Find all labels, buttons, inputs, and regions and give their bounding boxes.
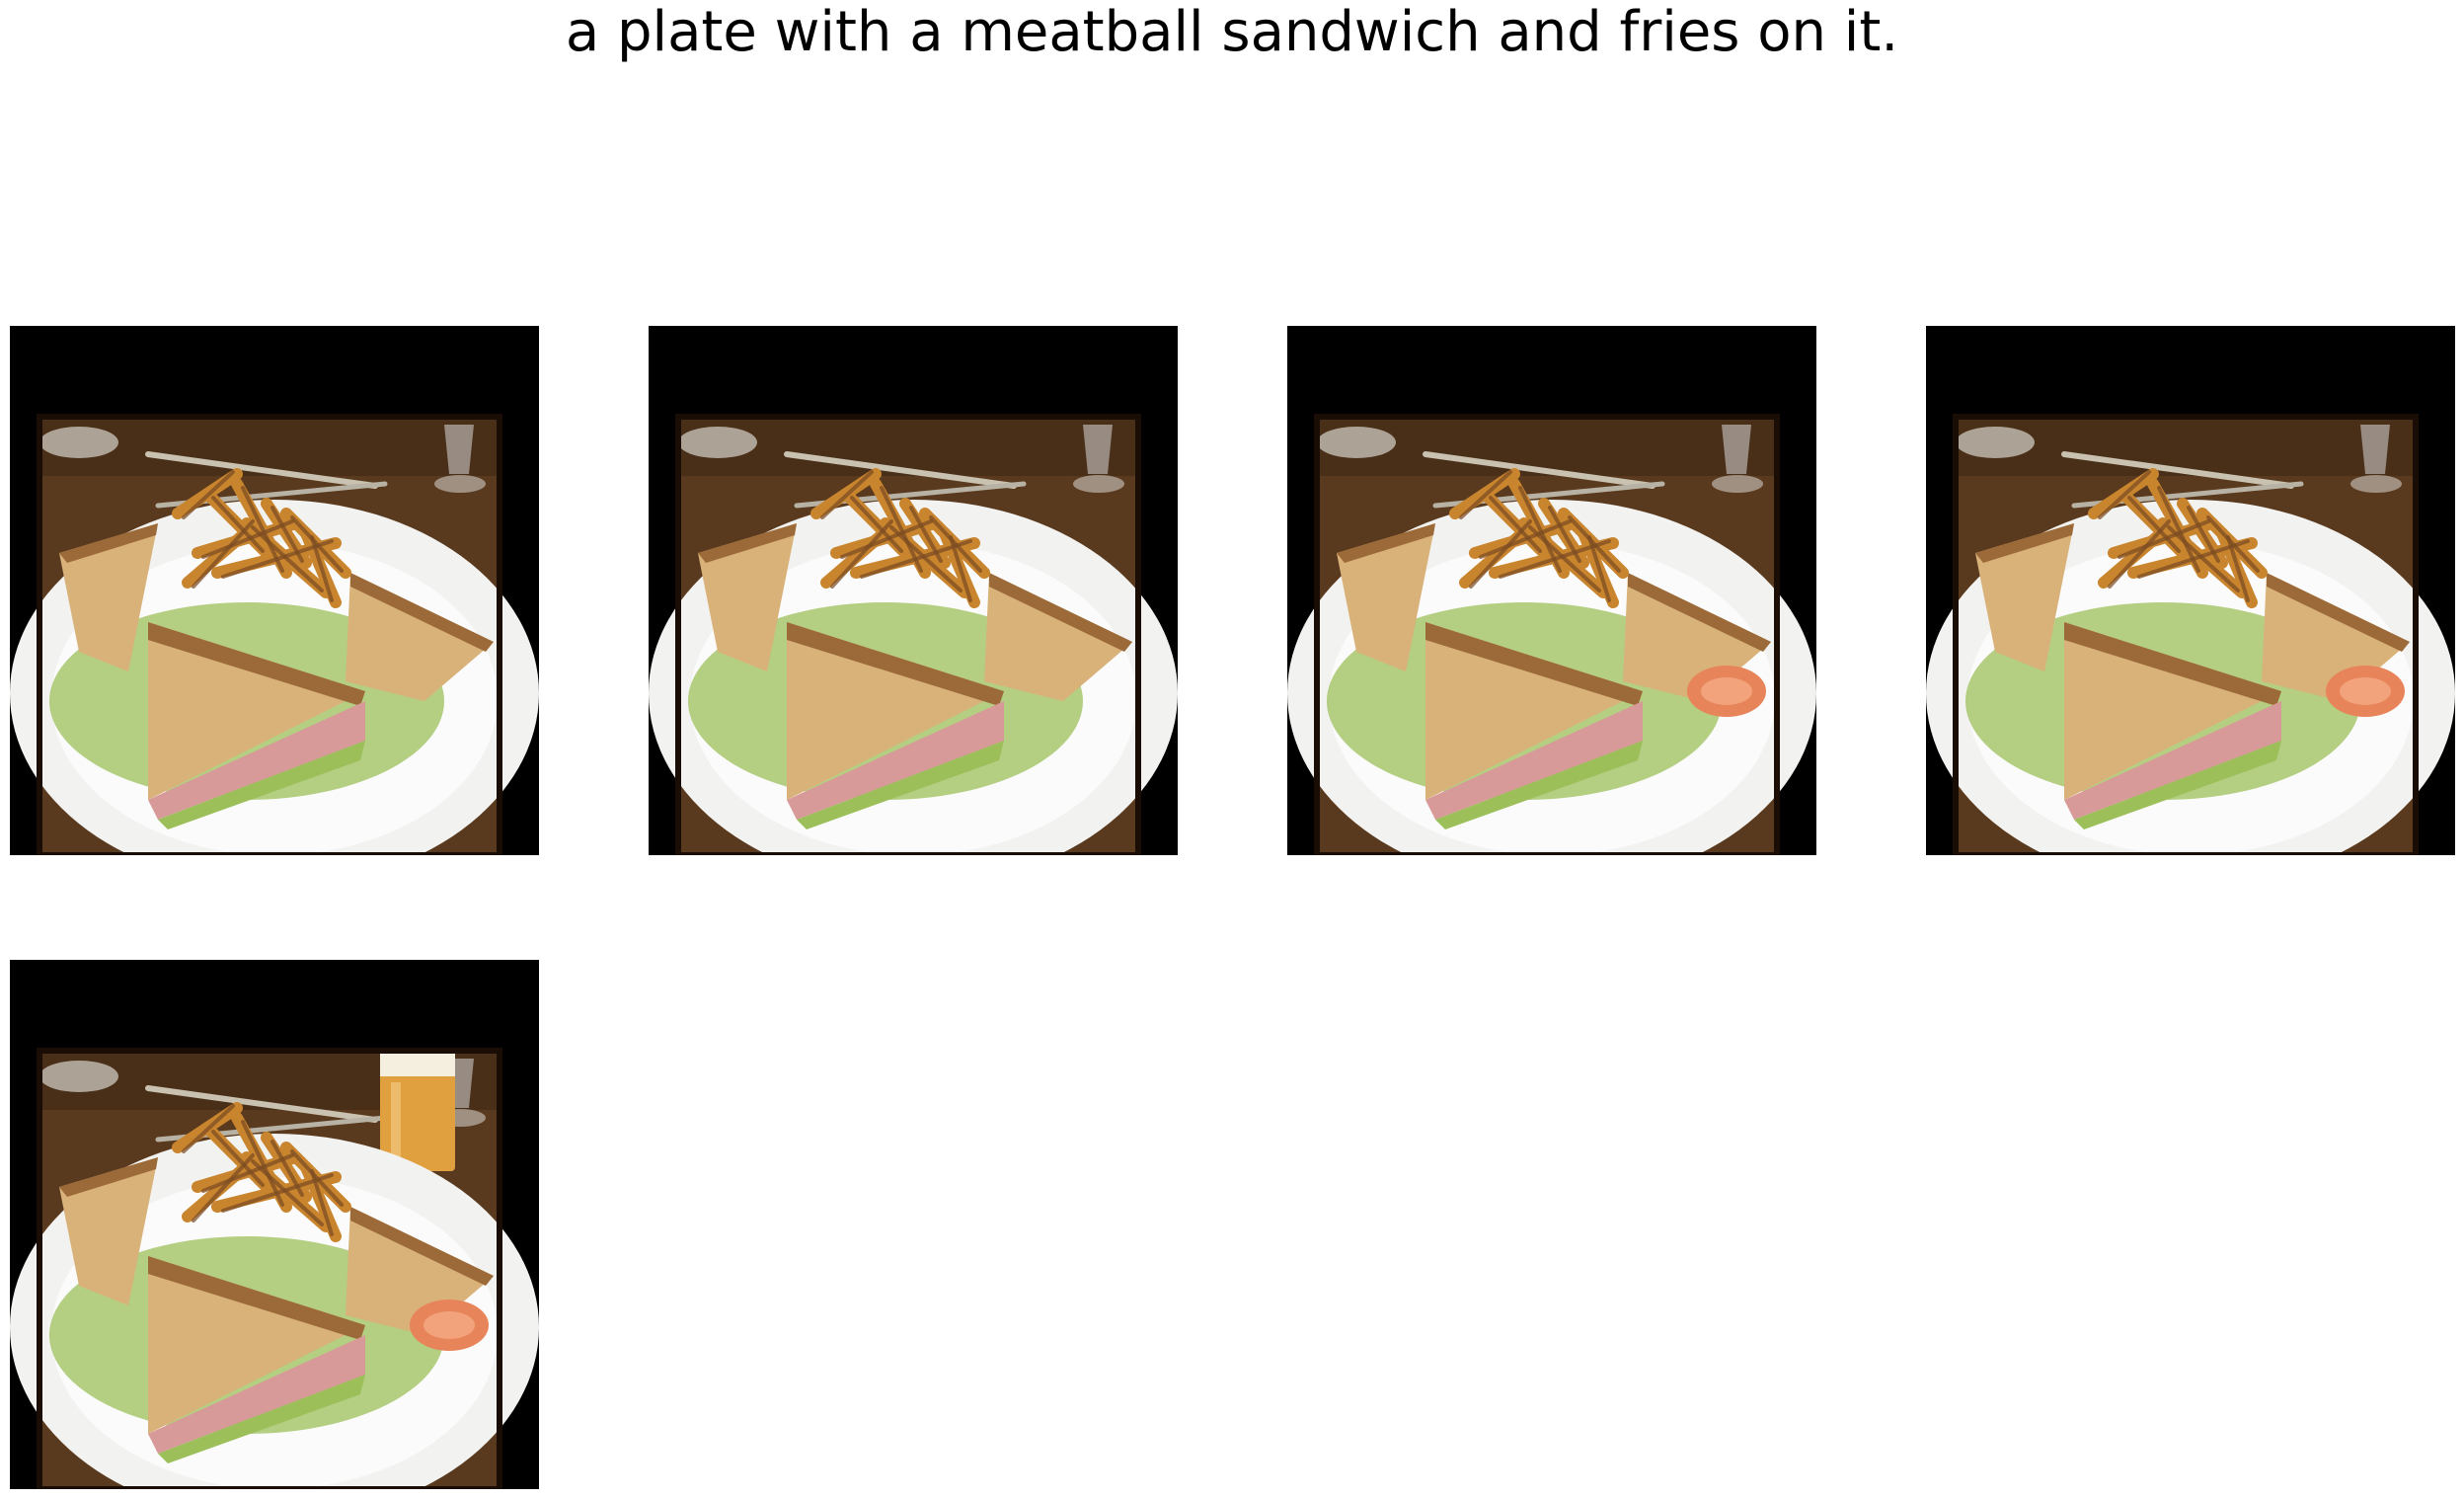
wine-glass [1722,425,1751,474]
food-photo [649,326,1178,855]
photo-content [10,414,539,855]
generated-image-3 [1287,326,1816,855]
cup [39,427,118,458]
food-photo [10,960,539,1489]
food-photo [10,326,539,855]
wine-glass [444,425,474,474]
generated-image-1 [10,326,539,855]
photo-content [1287,414,1816,855]
cup [39,1061,118,1092]
photo-content [10,1048,539,1489]
cup [678,427,757,458]
image-grid [0,0,2464,1499]
generated-image-4 [1926,326,2455,855]
cup [1317,427,1396,458]
food-photo [1287,326,1816,855]
cup [1956,427,2035,458]
photo-content [649,414,1178,855]
generated-image-2 [649,326,1178,855]
photo-content [1926,414,2455,855]
food-photo [1926,326,2455,855]
wine-glass [2360,425,2390,474]
wine-glass [1083,425,1113,474]
generated-image-5 [10,960,539,1489]
